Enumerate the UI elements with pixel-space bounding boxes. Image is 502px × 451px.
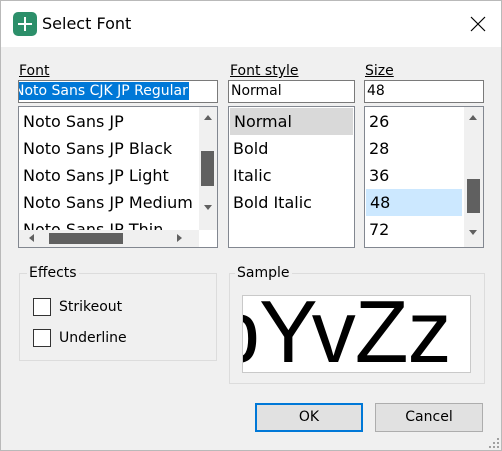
size-label: Size <box>365 63 394 79</box>
font-list-item[interactable]: Noto Sans JP Thin <box>19 216 163 230</box>
size-input[interactable]: 48 <box>364 80 484 103</box>
resize-grip-icon[interactable] <box>488 437 500 449</box>
sample-text: bYvZz <box>243 295 452 373</box>
scroll-right-icon[interactable] <box>177 234 182 242</box>
size-list-item[interactable]: 28 <box>365 135 389 162</box>
effects-label: Effects <box>27 265 79 281</box>
underline-label[interactable]: Underline <box>59 330 127 346</box>
font-label: Font <box>19 63 50 79</box>
scroll-down-icon[interactable] <box>469 230 477 235</box>
title-bar: Select Font <box>1 1 501 47</box>
font-style-label: Font style <box>230 63 299 79</box>
scroll-up-icon[interactable] <box>469 115 477 120</box>
font-style-input[interactable]: Normal <box>228 80 355 103</box>
font-list-item[interactable]: Noto Sans JP <box>19 108 124 135</box>
size-list-item[interactable]: 36 <box>365 162 389 189</box>
font-list[interactable]: Noto Sans JP Noto Sans JP Black Noto San… <box>18 106 218 248</box>
font-style-item-selected[interactable]: Normal <box>230 108 353 135</box>
size-list-vscroll-thumb[interactable] <box>467 179 480 213</box>
size-list[interactable]: 26 28 36 48 72 <box>364 106 484 248</box>
size-list-item[interactable]: 26 <box>365 108 389 135</box>
cancel-button[interactable]: Cancel <box>375 403 483 432</box>
font-style-item[interactable]: Bold <box>229 135 268 162</box>
close-icon <box>470 16 486 32</box>
font-style-list[interactable]: Normal Bold Italic Bold Italic <box>228 106 355 248</box>
ok-button[interactable]: OK <box>255 403 363 432</box>
select-font-dialog: Select Font Font Font style Size Noto Sa… <box>0 0 502 451</box>
underline-checkbox[interactable] <box>33 329 51 347</box>
font-style-item[interactable]: Italic <box>229 162 271 189</box>
window-title: Select Font <box>42 14 132 33</box>
font-list-vscroll-thumb[interactable] <box>201 151 214 186</box>
scroll-up-icon[interactable] <box>204 115 212 120</box>
scroll-down-icon[interactable] <box>204 205 212 210</box>
font-list-vscrollbar[interactable] <box>199 107 217 230</box>
font-list-item[interactable]: Noto Sans JP Black <box>19 135 172 162</box>
font-list-hscroll-thumb[interactable] <box>49 233 123 244</box>
strikeout-label[interactable]: Strikeout <box>59 299 122 315</box>
font-style-item[interactable]: Bold Italic <box>229 189 312 216</box>
font-name-input[interactable]: Noto Sans CJK JP Regular <box>18 80 218 103</box>
font-name-value: Noto Sans CJK JP Regular <box>19 82 189 100</box>
app-icon <box>13 12 37 36</box>
sample-preview: bYvZz <box>242 295 471 373</box>
scroll-left-icon[interactable] <box>29 234 34 242</box>
strikeout-checkbox[interactable] <box>33 298 51 316</box>
size-list-item-selected[interactable]: 48 <box>366 189 462 216</box>
font-list-item[interactable]: Noto Sans JP Light <box>19 162 169 189</box>
size-list-vscrollbar[interactable] <box>464 107 483 247</box>
sample-label: Sample <box>235 265 292 281</box>
close-button[interactable] <box>455 1 501 47</box>
size-list-item[interactable]: 72 <box>365 216 389 243</box>
font-list-hscrollbar[interactable] <box>19 230 199 247</box>
font-list-item[interactable]: Noto Sans JP Medium <box>19 189 193 216</box>
effects-group <box>19 273 217 361</box>
